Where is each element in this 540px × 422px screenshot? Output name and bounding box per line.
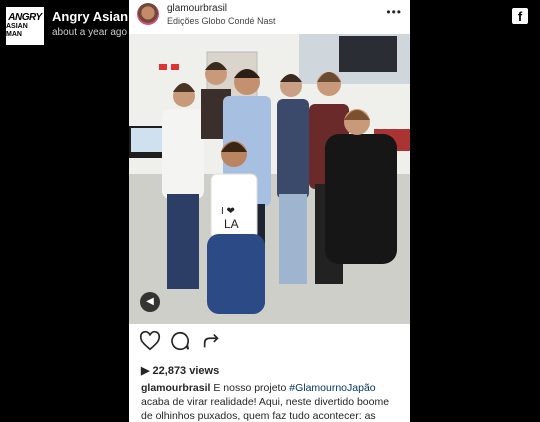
post-header: glamourbrasil Edições Globo Condé Nast •… xyxy=(129,0,410,34)
monitor-screen xyxy=(131,128,162,152)
shirt-text-bottom: LA xyxy=(224,217,239,231)
user-avatar[interactable] xyxy=(137,3,159,25)
page-logo-line1: ANGRY xyxy=(8,12,42,23)
wall-sign xyxy=(171,64,179,70)
facebook-icon[interactable]: f xyxy=(512,8,528,24)
post-actions xyxy=(129,328,410,354)
caption-text-part2: acaba de virar realidade! Aqui, neste di… xyxy=(141,396,390,422)
more-options-icon[interactable]: ••• xyxy=(386,5,402,19)
post-caption: glamourbrasil E nosso projeto #Glamourno… xyxy=(141,381,403,422)
view-count-text: 22,873 views xyxy=(152,365,220,377)
wall-sign xyxy=(159,64,167,70)
post-video[interactable]: I ❤ LA ◀ xyxy=(129,34,410,324)
caption-hashtag[interactable]: #GlamournoJapão xyxy=(289,382,375,394)
wall-tv xyxy=(339,36,397,72)
location-link[interactable]: Edições Globo Condé Nast xyxy=(167,16,276,26)
username-link[interactable]: glamourbrasil xyxy=(167,3,227,14)
caption-username[interactable]: glamourbrasil xyxy=(141,382,210,394)
video-frame: I ❤ LA xyxy=(129,34,410,324)
page-logo-line2: ASIAN MAN xyxy=(6,23,28,38)
caption-text-part1: E nosso projeto xyxy=(210,382,290,394)
person-left-back xyxy=(162,83,204,289)
share-arrow-icon[interactable] xyxy=(201,330,223,352)
play-icon: ▶ xyxy=(141,365,150,377)
like-heart-icon[interactable] xyxy=(139,330,161,352)
sound-toggle-icon[interactable]: ◀ xyxy=(140,292,160,312)
post-timestamp[interactable]: about a year ago xyxy=(52,27,127,38)
page-avatar[interactable]: ANGRY ASIAN MAN xyxy=(6,7,44,45)
comment-bubble-icon[interactable] xyxy=(169,330,191,352)
shirt-text-top: I ❤ xyxy=(221,206,235,217)
instagram-post: glamourbrasil Edições Globo Condé Nast •… xyxy=(129,0,410,422)
view-count: ▶ 22,873 views xyxy=(141,364,219,377)
person-right-back xyxy=(277,74,309,284)
